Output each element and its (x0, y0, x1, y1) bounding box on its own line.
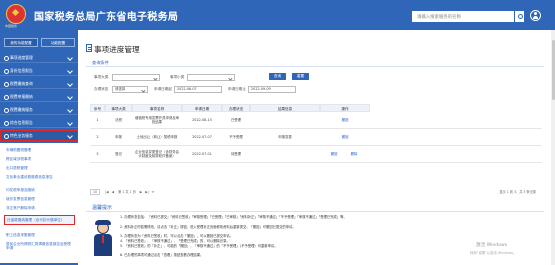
cell-date: 2022-08-15 (192, 118, 212, 122)
cell-result: 申报变更 (278, 135, 292, 139)
search-icon[interactable] (515, 11, 524, 22)
submenu-item[interactable]: 跨区域涉税事项 (6, 157, 74, 161)
withdraw-link[interactable]: 撤回 (320, 118, 370, 122)
cell-date: 2022-07-01 (192, 152, 212, 156)
search-input[interactable]: 请输入搜索服务的名称 (412, 11, 514, 22)
sidebar-item-tax-query[interactable]: 税费缴纳查询 (0, 78, 78, 89)
tab-my-functions[interactable]: 我的功能配置 (4, 38, 38, 47)
delete-link[interactable]: 删除 (344, 152, 364, 156)
logo-subtitle: 中国税务 (5, 24, 18, 28)
last-page-icon[interactable]: ▶| (145, 190, 149, 194)
submenu-item[interactable]: 非正常户解除申请 (6, 206, 74, 210)
document-icon (86, 44, 92, 52)
col-date: 申请日期 (182, 104, 222, 112)
cell-category: 申报 (115, 135, 122, 139)
withdraw-link[interactable]: 撤回 (320, 135, 370, 139)
subtype-label: 事项小类 (170, 75, 185, 79)
divider (86, 211, 544, 212)
submenu-item[interactable]: 车辆购置税管理 (6, 148, 74, 152)
sidebar-item-tax-declare[interactable]: 税费申报缴纳 (0, 91, 78, 102)
cell-name: 土地出让（转让）契税申报 (136, 135, 178, 139)
hint-line: 5. 「资料已签收」的「补正」、可能的「撤回」、「审核不通过」的「不予受理」（不… (120, 244, 278, 248)
cell-category: 法税 (115, 118, 122, 122)
sidebar-item-progress[interactable]: 事项进度管理 (0, 52, 78, 63)
cell-no: 3 (96, 152, 99, 156)
cell-no: 1 (96, 118, 99, 122)
scroll-thumb[interactable] (551, 40, 555, 100)
submenu-item[interactable]: 境外发票信息管理 (6, 197, 74, 201)
submenu-item[interactable]: 文化事业建设费缴费信息报告 (6, 175, 74, 179)
submenu-item-active[interactable]: 社保费缴纳管理（含代扣代缴单位） (4, 215, 75, 226)
end-date-label: 申请日期止 (228, 87, 246, 91)
sidebar-item-identity[interactable]: 身份信息报告 (0, 65, 78, 76)
page-title: 事项进度管理 (94, 45, 140, 54)
reset-button[interactable]: 重置 (292, 73, 309, 80)
hint-line: 2. 资料补正时若需修改，请点击「补正」按钮，进入受理补正页面修改资料后重新提交… (120, 225, 296, 229)
activation-watermark-sub: 转到"设置"以激活 Windows。 (470, 251, 517, 255)
prev-page-icon[interactable]: ◀ (112, 190, 114, 194)
cell-no: 2 (96, 135, 99, 139)
cell-name: 企业信息变更登记（含财务会计制度及核算软件备案） (134, 150, 180, 159)
top-header: 中国税务 国家税务总局广东省电子税务局 请输入搜索服务的名称 (0, 0, 555, 30)
col-no: 序号 (90, 104, 105, 112)
col-category: 事项大类 (105, 104, 132, 112)
cell-status: 不予受理 (229, 135, 243, 139)
hint-title: 温馨提示 (92, 205, 113, 211)
cell-status: 已受理 (230, 118, 242, 122)
status-select[interactable]: 请选择 (112, 86, 148, 93)
sidebar-item-special[interactable]: 特色业务服务 (0, 130, 78, 141)
sidebar: 我的功能配置 功能配置 事项进度管理 身份信息报告 税费缴纳查询 税费申报缴纳 … (0, 30, 78, 265)
hint-line: 4. 「资料已签收」、「审核不通过」、「受理已完成」的，可以删除记录。 (120, 239, 230, 243)
submenu-item[interactable]: 出口退税管理 (6, 166, 74, 170)
hint-line: 3. 办理状态为「资料已签收」时，可以点击「撤回」，可以撤回已提交申请。 (120, 234, 233, 238)
sidebar-item-tax-service[interactable]: 税费缴纳服务 (0, 104, 78, 115)
main-content: 事项进度管理 查询条件 事项大类 事项小类 查询 重置 办理状态 请选择 申请日… (86, 36, 550, 265)
divider (86, 66, 544, 67)
next-page-icon[interactable]: ▶ (140, 190, 142, 194)
first-page-icon[interactable]: |◀ (105, 190, 109, 194)
hint-line: 6. 已办理的事项可通过点击「查看」按钮查看办理结果。 (120, 253, 204, 257)
sidebar-item-info-report[interactable]: 综合信息报告 (0, 117, 78, 128)
avatar-tie (102, 235, 104, 243)
end-date-input[interactable]: 2022-09-09 (248, 86, 296, 93)
page-size-select[interactable]: 10 (90, 189, 101, 195)
cell-category: 登记 (115, 152, 122, 156)
cell-name: 增值税专用发票开具申请及审批结果 (134, 116, 180, 125)
avatar-cap (95, 220, 111, 225)
type-select[interactable] (112, 74, 160, 81)
page-indicator: 第 1 共 1 页 (118, 190, 136, 194)
submenu-item[interactable]: 职工信息采集管理 (6, 233, 74, 237)
col-name: 事项名称 (132, 104, 182, 112)
refresh-icon[interactable]: ⟳ (152, 190, 155, 194)
pagination: 10 |◀ ◀ 第 1 共 1 页 ▶ ▶| ⟳ 显示 1 到 3，共 3 条记… (90, 189, 536, 195)
submenu-item[interactable]: 居民企业所得税汇算清缴信息报告及受理申请 (6, 242, 74, 251)
page-scrollbar[interactable] (551, 30, 555, 265)
user-icon[interactable] (530, 10, 541, 21)
sidebar-tabs: 我的功能配置 功能配置 (4, 38, 75, 47)
table-row: 3 登记 企业信息变更登记（含财务会计制度及核算软件备案） 2022-07-01… (90, 147, 542, 163)
query-button[interactable]: 查询 (269, 73, 286, 80)
activation-watermark: 激活 Windows (476, 243, 508, 248)
type-label: 事项大类 (94, 75, 109, 79)
tab-function-config[interactable]: 功能配置 (41, 38, 75, 47)
status-label: 办理状态 (94, 87, 109, 91)
col-actions: 操作 (320, 104, 370, 112)
sidebar-submenu: 车辆购置税管理 跨区域涉税事项 出口退税管理 文化事业建设费缴费信息报告 印花税… (0, 143, 78, 263)
pager-summary: 显示 1 到 3，共 3 条记录 (499, 190, 536, 194)
col-result: 结果信息 (250, 104, 320, 112)
table-row: 2 申报 土地出让（转让）契税申报 2022-07-07 不予受理 申报变更 撤… (90, 130, 542, 146)
table-row: 1 法税 增值税专用发票开具申请及审批结果 2022-08-15 已受理 撤回 (90, 113, 542, 129)
start-date-input[interactable]: 2022-06-07 (174, 86, 222, 93)
subtype-select[interactable] (187, 74, 235, 81)
start-date-label: 申请日期起 (154, 87, 172, 91)
tax-officer-illustration (92, 220, 114, 260)
cell-status: 待受理 (230, 152, 242, 156)
cell-date: 2022-07-07 (192, 135, 212, 139)
hint-line: 1. 办理状态包括：「资料已提交」「资料已签收」「审核受理」「已受理」「已审核」… (120, 215, 347, 219)
tax-logo-icon (6, 4, 26, 24)
col-status: 办理状态 (222, 104, 250, 112)
withdraw-link[interactable]: 撤回 (324, 152, 344, 156)
submenu-item[interactable]: 印花税申报及缴纳 (6, 188, 74, 192)
site-title: 国家税务总局广东省电子税务局 (34, 12, 179, 23)
